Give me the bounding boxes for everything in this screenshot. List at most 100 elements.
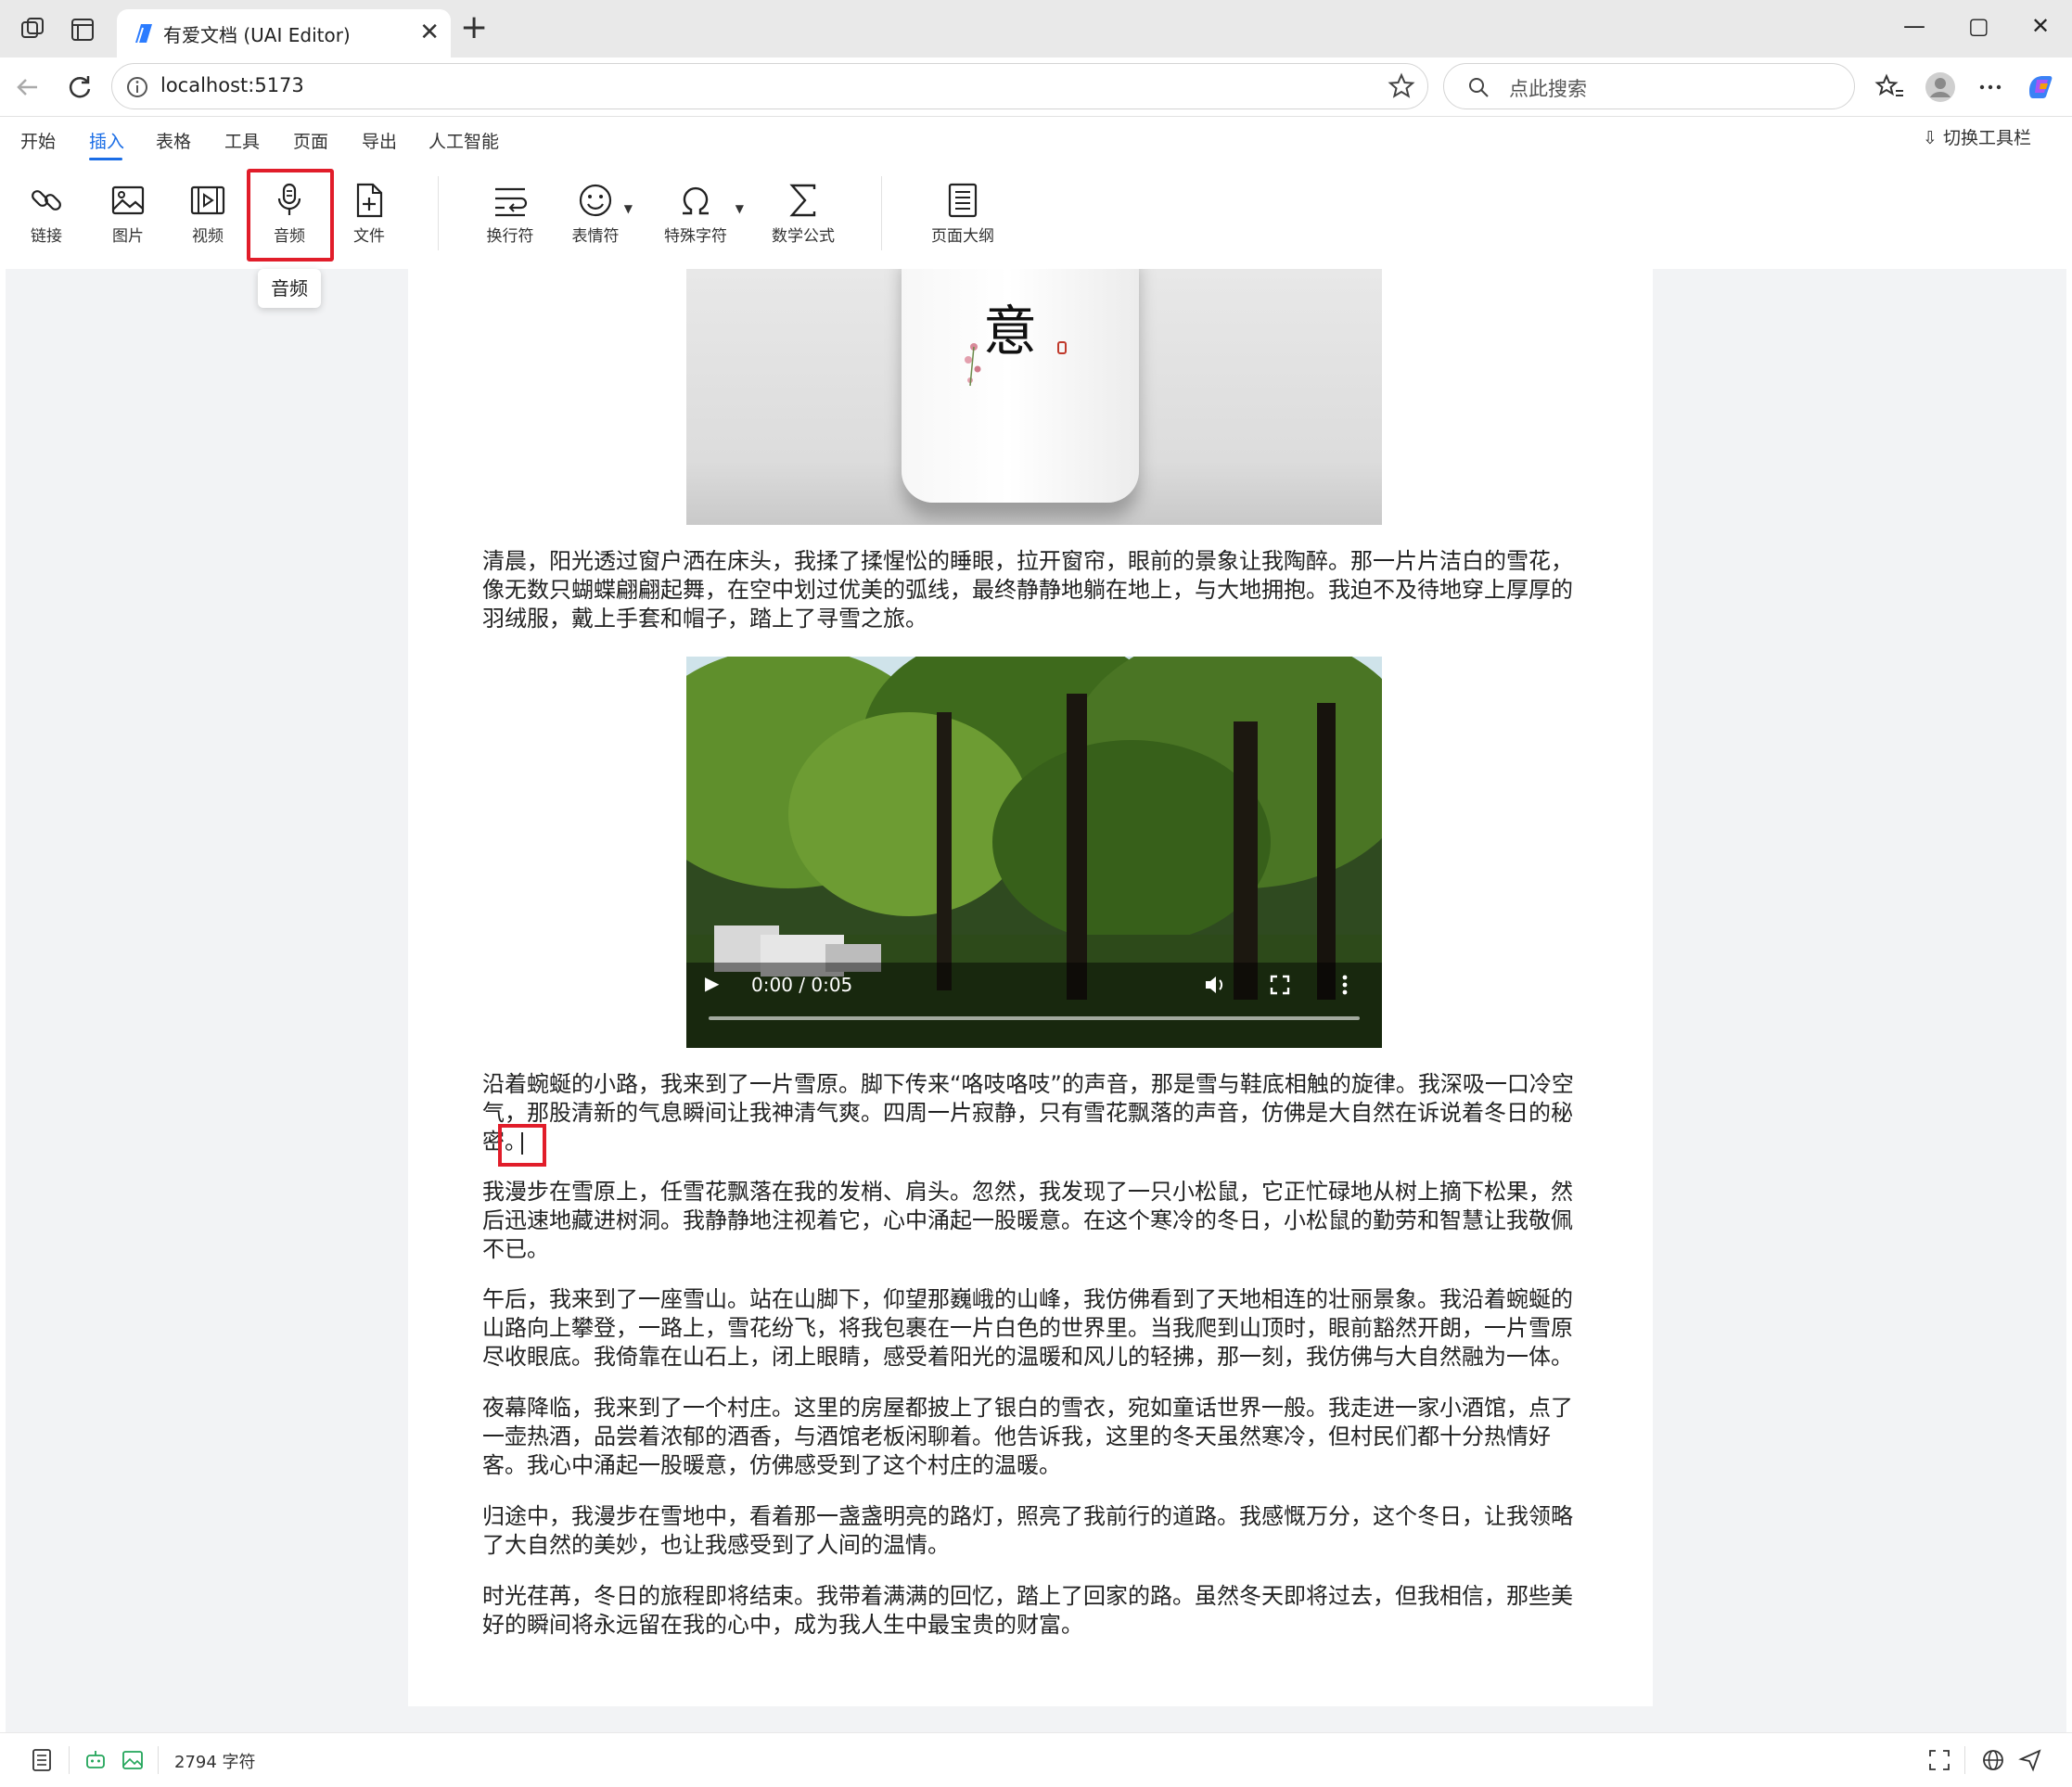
insert-line-break-button[interactable]: 换行符: [475, 182, 545, 256]
ribbon-divider: [881, 176, 882, 250]
switch-toolbar-label: 切换工具栏: [1942, 128, 2031, 148]
menu-table[interactable]: 表格: [156, 128, 191, 153]
favorites-icon[interactable]: [1874, 70, 1907, 104]
status-bar: 2794 字符: [0, 1732, 2072, 1787]
text-caret: [521, 1132, 523, 1155]
status-divider: [158, 1746, 159, 1774]
outline-toggle-icon[interactable]: [30, 1748, 54, 1772]
omega-icon: [683, 186, 709, 215]
insert-image-button[interactable]: 图片: [93, 182, 163, 256]
status-divider: [1964, 1746, 1965, 1774]
paragraph[interactable]: 时光荏苒，冬日的旅程即将结束。我带着满满的回忆，踏上了回家的路。虽然冬天即将过去…: [482, 1582, 1579, 1640]
close-window-button[interactable]: ✕: [2031, 13, 2050, 39]
fullscreen-toggle-icon[interactable]: [1927, 1748, 1951, 1772]
maximize-button[interactable]: ▢: [1968, 13, 1989, 39]
menu-start[interactable]: 开始: [20, 128, 56, 153]
menu-active-underline: [89, 158, 122, 160]
document-image-phone[interactable]: 意: [686, 269, 1382, 525]
emoji-dropdown-caret-icon[interactable]: ▼: [624, 202, 633, 215]
calligraphy-text: 意: [983, 300, 1038, 363]
workspaces-icon[interactable]: [19, 17, 48, 43]
play-icon[interactable]: ▶: [705, 972, 719, 994]
back-arrow-icon[interactable]: [9, 69, 46, 106]
paragraph[interactable]: 归途中，我漫步在雪地中，看着那一盏盏明亮的路灯，照亮了我前行的道路。我感慨万分，…: [482, 1502, 1579, 1560]
tab-close-icon[interactable]: ✕: [419, 19, 440, 46]
menu-export[interactable]: 导出: [362, 128, 397, 153]
char-count: 2794 字符: [174, 1753, 256, 1772]
video-time: 0:00 / 0:05: [751, 974, 853, 996]
language-globe-icon[interactable]: [1981, 1748, 2005, 1772]
browser-search-field[interactable]: 点此搜索: [1443, 63, 1855, 109]
document-page[interactable]: 意 清晨，阳光透过窗户洒在床头，我揉了揉惺忪的睡眼，拉开窗帘，眼前的景象让我陶醉…: [408, 269, 1653, 1706]
menu-page[interactable]: 页面: [293, 128, 328, 153]
menu-tools[interactable]: 工具: [224, 128, 260, 153]
paragraph[interactable]: 沿着蜿蜒的小路，我来到了一片雪原。脚下传来“咯吱咯吱”的声音，那是雪与鞋底相触的…: [482, 1070, 1579, 1156]
minimize-button[interactable]: —: [1903, 13, 1925, 39]
send-icon[interactable]: [2018, 1748, 2042, 1772]
menu-ai[interactable]: 人工智能: [428, 128, 499, 153]
video-progress-bar[interactable]: [709, 1016, 1360, 1020]
profile-avatar-icon[interactable]: [1924, 70, 1957, 104]
paragraph[interactable]: 清晨，阳光透过窗户洒在床头，我揉了揉惺忪的睡眼，拉开窗帘，眼前的景象让我陶醉。那…: [482, 547, 1579, 633]
copilot-icon[interactable]: [2024, 70, 2057, 104]
site-info-icon[interactable]: [125, 75, 149, 99]
volume-icon[interactable]: [1202, 972, 1228, 998]
insert-link-label: 链接: [31, 227, 62, 246]
paragraph[interactable]: 夜幕降临，我来到了一个村庄。这里的房屋都披上了银白的雪衣，宛如童话世界一般。我走…: [482, 1394, 1579, 1480]
flower-decoration-icon: [965, 343, 981, 387]
insert-special-char-label: 特殊字符: [664, 227, 727, 246]
page-outline-button[interactable]: 页面大纲: [927, 182, 998, 256]
video-player[interactable]: ▶ 0:00 / 0:05: [686, 657, 1382, 1048]
line-break-icon: [495, 187, 528, 217]
insert-video-label: 视频: [192, 227, 224, 246]
sigma-icon: [789, 184, 816, 217]
special-char-dropdown-caret-icon[interactable]: ▼: [735, 202, 744, 215]
switch-toolbar-icon: ⇩: [1923, 128, 1943, 148]
browser-tab-bar: 有爱文档 (UAI Editor) ✕ + — ▢ ✕: [0, 0, 2072, 57]
video-more-icon[interactable]: [1339, 972, 1350, 998]
emoji-icon: [579, 184, 612, 217]
ai-robot-icon[interactable]: [83, 1748, 108, 1772]
file-add-icon: [356, 183, 383, 218]
insert-file-button[interactable]: 文件: [334, 182, 404, 256]
switch-toolbar-button[interactable]: ⇩ 切换工具栏: [1923, 124, 2031, 149]
status-divider: [69, 1746, 70, 1774]
insert-link-button[interactable]: 链接: [11, 182, 82, 256]
insert-emoji-button[interactable]: 表情符 ▼: [560, 182, 633, 256]
address-bar-row: localhost:5173 点此搜索: [0, 57, 2072, 117]
tab-actions-icon[interactable]: [69, 17, 98, 43]
insert-video-button[interactable]: 视频: [173, 182, 243, 256]
reload-icon[interactable]: [61, 69, 98, 106]
link-icon: [32, 190, 61, 211]
outline-icon: [948, 183, 978, 218]
favorite-star-icon[interactable]: [1387, 71, 1416, 101]
app-menu-bar: 开始 插入 表格 工具 页面 导出 人工智能 ⇩ 切换工具栏: [0, 117, 2072, 165]
insert-file-label: 文件: [353, 227, 385, 246]
browser-tab-active[interactable]: 有爱文档 (UAI Editor) ✕: [117, 9, 451, 57]
insert-math-button[interactable]: 数学公式: [768, 182, 838, 256]
audio-tooltip: 音频: [258, 269, 321, 308]
paragraph[interactable]: 我漫步在雪原上，任雪花飘落在我的发梢、肩头。忽然，我发现了一只小松鼠，它正忙碌地…: [482, 1178, 1579, 1264]
seal-stamp-icon: [1057, 341, 1067, 354]
audio-button-highlight: [247, 169, 334, 262]
url-text: localhost:5173: [160, 74, 304, 96]
video-icon: [190, 185, 225, 215]
insert-image-label: 图片: [112, 227, 144, 246]
ribbon-divider: [438, 176, 439, 250]
search-placeholder: 点此搜索: [1509, 78, 1587, 100]
app-favicon-icon: [135, 24, 152, 44]
tab-title: 有爱文档 (UAI Editor): [163, 24, 351, 46]
fullscreen-icon[interactable]: [1269, 974, 1291, 996]
menu-insert[interactable]: 插入: [89, 128, 124, 153]
insert-line-break-label: 换行符: [486, 227, 534, 246]
editor-workspace: 意 清晨，阳光透过窗户洒在床头，我揉了揉惺忪的睡眼，拉开窗帘，眼前的景象让我陶醉…: [6, 269, 2066, 1732]
paragraph[interactable]: 午后，我来到了一座雪山。站在山脚下，仰望那巍峨的山峰，我仿佛看到了天地相连的壮丽…: [482, 1285, 1579, 1372]
page-outline-label: 页面大纲: [931, 227, 994, 246]
new-tab-button[interactable]: +: [460, 11, 488, 45]
search-icon: [1469, 78, 1489, 97]
url-field[interactable]: localhost:5173: [111, 63, 1428, 109]
more-options-icon[interactable]: [1974, 70, 2007, 104]
image-status-icon[interactable]: [121, 1748, 145, 1772]
image-icon: [111, 185, 145, 215]
insert-special-char-button[interactable]: 特殊字符 ▼: [660, 182, 744, 256]
